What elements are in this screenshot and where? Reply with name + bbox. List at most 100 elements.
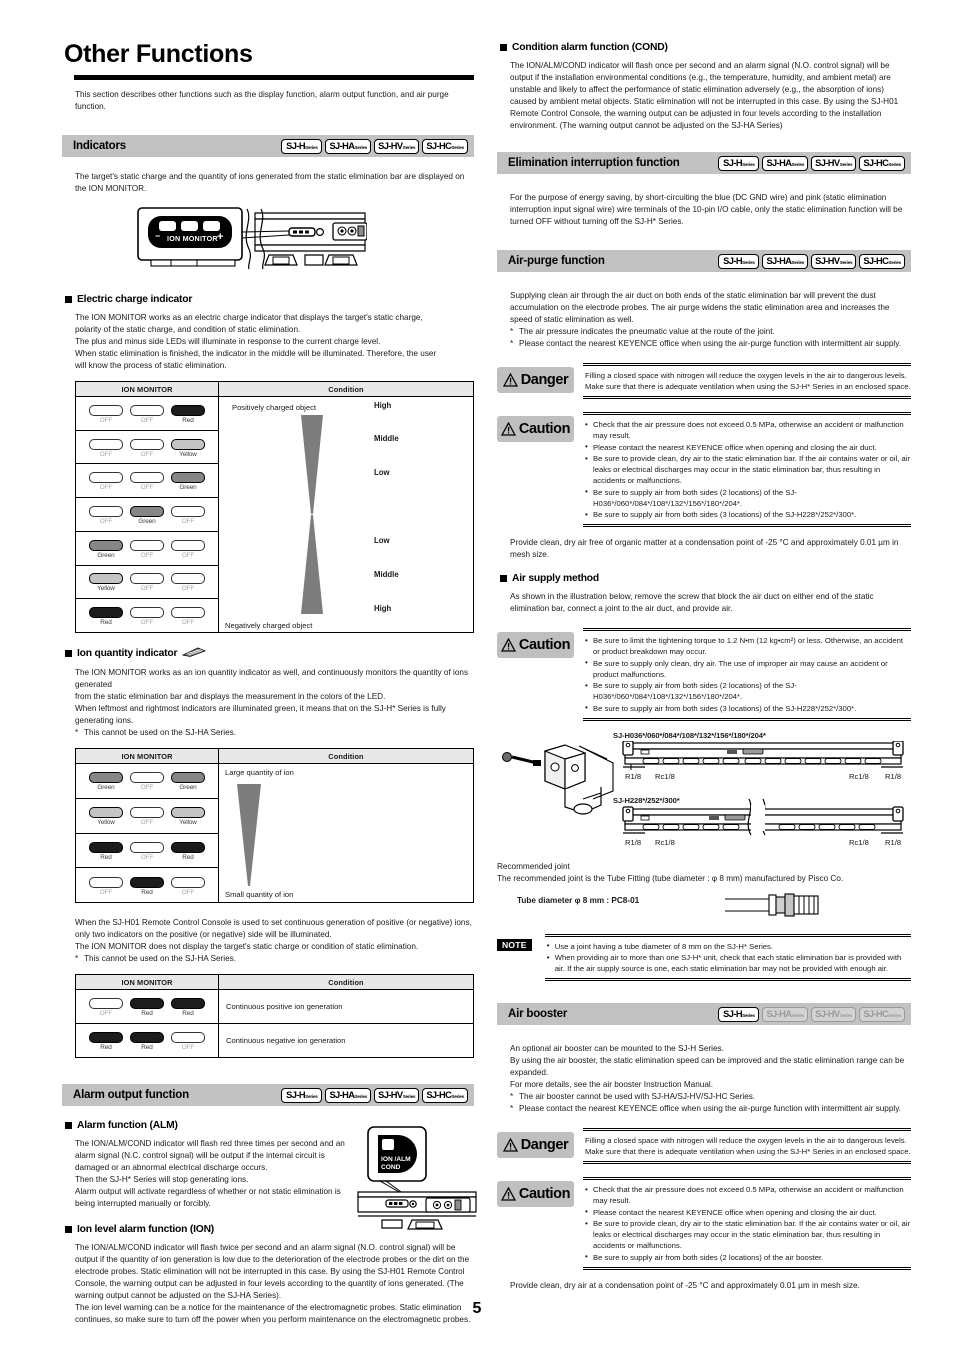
list-item: Check that the air pressure does not exc… [585, 419, 911, 441]
led-unit: Red [171, 404, 205, 424]
led-indicator-green [171, 472, 205, 484]
condition-bottom-label: Small quantity of ion [225, 890, 294, 899]
condition-top-label: Positively charged object [232, 403, 316, 412]
title-divider [74, 75, 474, 80]
section-title: Alarm output function [73, 1089, 189, 1101]
led-cell: Yellow OFF OFF [75, 565, 219, 600]
warning-triangle-icon [500, 1187, 516, 1201]
figure-label-2: SJ-H228*/252*/300* [613, 795, 680, 805]
led-unit: Red [130, 998, 164, 1017]
led-cell: OFF Red OFF [75, 867, 219, 903]
air-supply-illustration: SJ-H036*/060*/084*/108*/132*/156*/180*/2… [497, 731, 911, 851]
led-cell: OFF OFF Green [75, 463, 219, 499]
led-unit: OFF [89, 404, 123, 424]
svg-text:Rc1/8: Rc1/8 [849, 838, 869, 847]
list-item: Be sure to limit the tightening torque t… [585, 635, 911, 657]
led-indicator-off [130, 438, 164, 450]
led-cell: Red OFF Red [75, 833, 219, 869]
air-booster-footnote: * The air booster cannot be used with SJ-… [510, 1092, 756, 1101]
tube-diameter-label: Tube diameter φ 8 mm : PC8-01 [517, 895, 640, 905]
list-item: Be sure to provide clean, dry air to the… [585, 1218, 911, 1251]
notice-body: Be sure to limit the tightening torque t… [583, 628, 911, 721]
page-number: 5 [472, 1300, 482, 1317]
badge-sj-h: SJ-H Series [718, 253, 760, 269]
led-unit: Red [89, 607, 123, 626]
table-header-row: ION MONITOR Condition [75, 748, 474, 764]
led-unit: OFF [130, 573, 164, 592]
list-item: When providing air to more than one SJ-H… [547, 952, 911, 974]
svg-text:+: + [217, 231, 223, 243]
left-column: Other Functions This section describes o… [62, 40, 477, 1326]
condition-diagram: Positively charged object High Middle Lo… [219, 397, 473, 632]
led-unit: Red [130, 1032, 164, 1051]
list-item: Be sure to supply air from both sides (2… [585, 680, 911, 702]
section-title: Indicators [73, 140, 126, 152]
warning-triangle-icon [500, 638, 516, 652]
svg-text:R1/8: R1/8 [885, 838, 901, 847]
led-group: OFF OFF Red [76, 404, 218, 424]
led-indicator-off [89, 876, 123, 888]
led-indicator-red [89, 841, 123, 853]
led-indicator-red [171, 404, 205, 416]
led-indicator-yellow [171, 438, 205, 450]
led-unit: OFF [89, 438, 123, 458]
caution-notice-air-supply: Caution Be sure to limit the tightening … [497, 628, 911, 721]
list-item: Be sure to supply air from both sides (3… [585, 702, 911, 714]
warning-triangle-icon [502, 1138, 518, 1152]
level-label: Low [374, 536, 390, 545]
led-indicator-off [130, 539, 164, 551]
badge-sj-ha: SJ-HA Series [325, 1087, 372, 1103]
condition-text: Continuous negative ion generation [218, 1023, 474, 1058]
notice-rule-bottom [583, 1266, 911, 1270]
level-label: Low [374, 468, 390, 477]
led-unit: Red [89, 1032, 123, 1051]
led-indicator-red [171, 841, 205, 853]
note-rule-top [544, 933, 911, 937]
section-title: Elimination interruption function [508, 157, 680, 169]
svg-text:−: − [155, 231, 160, 241]
ion-monitor-illustration: − + ION MONITOR [137, 207, 474, 280]
led-unit: OFF [171, 607, 205, 626]
bullet-square-icon [500, 575, 507, 582]
svg-text:R1/8: R1/8 [885, 772, 901, 781]
led-unit: Yellow [89, 573, 123, 592]
led-cell: Green OFF Green [75, 763, 219, 799]
led-unit: OFF [171, 1032, 205, 1051]
led-unit: Red [130, 876, 164, 896]
col-ion-monitor: ION MONITOR [75, 974, 219, 990]
col-condition: Condition [218, 748, 474, 764]
badge-sj-hv: SJ-HV Series [811, 155, 857, 171]
led-group: OFF OFF Yellow [76, 438, 218, 458]
continuous-footnote: * This cannot be used on the SJ-HA Series… [75, 954, 237, 963]
led-group: OFF OFF Green [76, 472, 218, 491]
led-indicator-green [171, 772, 205, 784]
led-cell: OFF Red Red [75, 989, 219, 1024]
led-indicator-off [130, 607, 164, 619]
notice-rule-bottom [583, 396, 911, 399]
caution-tag: Caution [497, 416, 574, 442]
svg-text:R1/8: R1/8 [625, 838, 641, 847]
svg-text:Rc1/8: Rc1/8 [849, 772, 869, 781]
led-indicator-off [171, 505, 205, 517]
list-item: Use a joint having a tube diameter of 8 … [547, 940, 911, 952]
led-unit: OFF [89, 998, 123, 1017]
caution-bullet-list: Check that the air pressure does not exc… [583, 1184, 911, 1263]
led-cell: OFF OFF Red [75, 396, 219, 431]
bullet-square-icon [65, 650, 72, 657]
led-unit: OFF [89, 505, 123, 525]
level-label: Middle [374, 434, 399, 443]
electric-charge-table: ION MONITOR Condition OFF OFF Red Positi… [75, 381, 474, 633]
led-indicator-off [130, 807, 164, 819]
bullet-square-icon [500, 44, 507, 51]
ion-quantity-body: The ION MONITOR works as an ion quantity… [75, 668, 469, 725]
danger-notice-air-booster: Danger Filling a closed space with nitro… [497, 1128, 911, 1164]
air-booster-body: An optional air booster can be mounted t… [510, 1044, 905, 1089]
danger-text: Filling a closed space with nitrogen wil… [585, 1136, 911, 1156]
section-header-air-purge: Air-purge function SJ-H Series SJ-HA Serie… [497, 250, 911, 272]
danger-notice-air-purge: Danger Filling a closed space with nitro… [497, 363, 911, 399]
badge-sj-hc: SJ-HC Series [859, 253, 905, 269]
right-column: Condition alarm function (COND) The ION/… [497, 42, 911, 1292]
led-indicator-off [89, 505, 123, 517]
caution-notice-air-booster: Caution Check that the air pressure does… [497, 1177, 911, 1270]
section-title: Air booster [508, 1008, 568, 1020]
